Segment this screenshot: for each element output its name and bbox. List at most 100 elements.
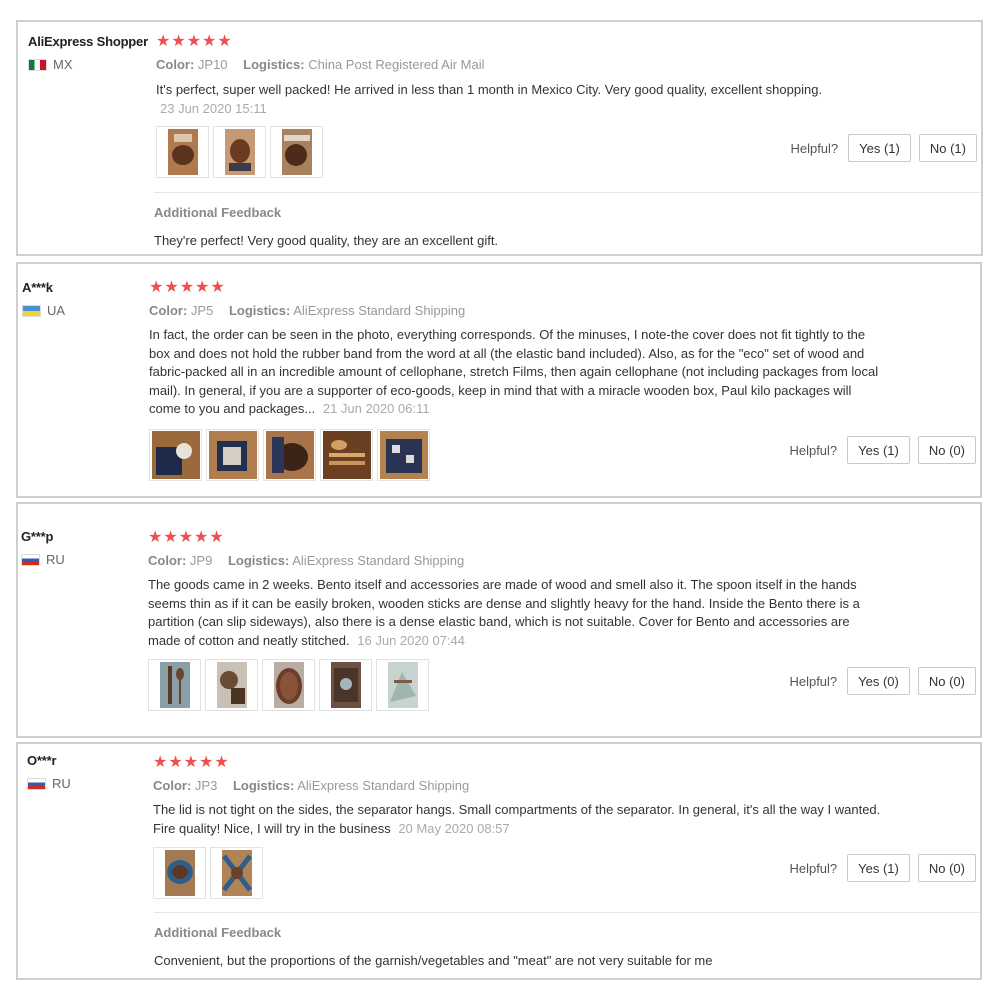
order-meta: Color: JP10 Logistics: China Post Regist… [156, 57, 981, 72]
russia-flag-icon [21, 553, 40, 566]
vote-no-button[interactable]: No (1) [918, 134, 977, 162]
star-icon: ★ [183, 754, 199, 771]
review-card: G***p RU ★ ★ ★ ★ ★ Color: JP9 Logistics: Ali… [16, 502, 982, 738]
logistics-value: China Post Registered Air Mail [308, 57, 485, 72]
review-photo[interactable] [156, 126, 209, 178]
review-date: 21 Jun 2020 06:11 [322, 401, 430, 416]
reviewer-name: O***r [27, 753, 57, 768]
additional-feedback-text: Convenient, but the proportions of the g… [154, 953, 713, 968]
vote-no-button[interactable]: No (0) [917, 667, 976, 695]
star-icon: ★ [153, 754, 168, 771]
review-photo[interactable] [213, 126, 266, 178]
mexico-flag-icon [28, 58, 47, 71]
star-icon: ★ [217, 33, 232, 50]
review-photo[interactable] [270, 126, 323, 178]
star-icon: ★ [164, 279, 179, 296]
logistics-label: Logistics: [227, 553, 290, 568]
helpful-label: Helpful? [789, 860, 838, 876]
helpful-vote: Helpful? Yes (0) No (0) [789, 667, 976, 695]
order-meta: Color: JP3 Logistics: AliExpress Standar… [153, 778, 980, 793]
order-meta: Color: JP9 Logistics: AliExpress Standar… [148, 553, 980, 568]
star-icon: ★ [178, 529, 194, 546]
star-icon: ★ [149, 279, 164, 296]
logistics-value: AliExpress Standard Shipping [293, 303, 466, 318]
reviewer-country: RU [27, 776, 152, 791]
star-icon: ★ [171, 33, 186, 50]
color-label: Color: [156, 57, 195, 72]
color-value: JP9 [189, 553, 213, 568]
review-photo[interactable] [376, 659, 429, 711]
helpful-vote: Helpful? Yes (1) No (1) [790, 134, 977, 162]
additional-feedback-title: Additional Feedback [154, 925, 282, 940]
logistics-value: AliExpress Standard Shipping [292, 553, 465, 568]
review-photo[interactable] [262, 659, 315, 711]
review-photo[interactable] [210, 847, 263, 899]
review-photo[interactable] [206, 428, 259, 481]
feedback-divider [154, 912, 980, 913]
review-body: The lid is not tight on the sides, the s… [153, 802, 881, 836]
review-photo[interactable] [205, 659, 258, 711]
review-card: A***k UA ★ ★ ★ ★ ★ Color: JP5 Logistics: Ali… [16, 262, 982, 498]
vote-yes-button[interactable]: Yes (1) [848, 134, 911, 162]
review-photo[interactable] [377, 428, 430, 481]
reviewer-country: UA [22, 303, 147, 318]
reviewer-info: O***r RU [27, 753, 152, 791]
vote-yes-button[interactable]: Yes (0) [847, 667, 910, 695]
star-rating: ★ ★ ★ ★ ★ [148, 528, 980, 548]
star-icon: ★ [156, 33, 171, 50]
review-text: The goods came in 2 weeks. Bento itself … [148, 576, 883, 650]
reviewer-country: MX [28, 57, 153, 72]
review-card: O***r RU ★ ★ ★ ★ ★ Color: JP3 Logistics: Ali… [16, 742, 982, 980]
vote-no-button[interactable]: No (0) [917, 436, 976, 464]
review-photo[interactable] [149, 428, 202, 481]
color-value: JP3 [194, 778, 218, 793]
helpful-vote: Helpful? Yes (1) No (0) [789, 436, 976, 464]
star-icon: ★ [195, 279, 210, 296]
helpful-label: Helpful? [789, 673, 838, 689]
vote-yes-button[interactable]: Yes (1) [847, 854, 910, 882]
russia-flag-icon [27, 777, 46, 790]
review-body: It's perfect, super well packed! He arri… [156, 82, 823, 97]
review-date: 20 May 2020 08:57 [398, 820, 510, 836]
star-rating: ★ ★ ★ ★ ★ [149, 278, 980, 298]
review-text: It's perfect, super well packed! He arri… [156, 81, 891, 118]
review-photo[interactable] [320, 428, 373, 481]
country-code: RU [52, 776, 71, 791]
color-label: Color: [149, 303, 188, 318]
reviewer-info: A***k UA [22, 280, 147, 318]
review-text: The lid is not tight on the sides, the s… [153, 801, 888, 838]
reviewer-country: RU [21, 552, 146, 567]
star-icon: ★ [186, 33, 202, 50]
review-date: 23 Jun 2020 15:11 [160, 100, 267, 116]
review-photo[interactable] [263, 428, 316, 481]
star-icon: ★ [214, 754, 229, 771]
review-card: AliExpress Shopper MX ★ ★ ★ ★ ★ Color: JP10 … [16, 20, 983, 256]
logistics-label: Logistics: [232, 778, 295, 793]
star-icon: ★ [148, 529, 163, 546]
helpful-label: Helpful? [789, 442, 838, 458]
color-label: Color: [153, 778, 192, 793]
reviewer-name: AliExpress Shopper [28, 34, 148, 49]
additional-feedback-title: Additional Feedback [154, 205, 282, 220]
star-icon: ★ [210, 279, 225, 296]
reviewer-info: G***p RU [21, 529, 146, 567]
color-label: Color: [148, 553, 187, 568]
country-code: MX [53, 57, 73, 72]
star-icon: ★ [202, 33, 217, 50]
review-photo[interactable] [148, 659, 201, 711]
country-code: UA [47, 303, 66, 318]
helpful-label: Helpful? [790, 140, 839, 156]
feedback-divider [154, 192, 981, 193]
star-rating: ★ ★ ★ ★ ★ [156, 32, 981, 52]
review-body: The goods came in 2 weeks. Bento itself … [148, 577, 860, 648]
review-photo[interactable] [319, 659, 372, 711]
logistics-label: Logistics: [243, 57, 305, 72]
ukraine-flag-icon [22, 304, 41, 317]
vote-no-button[interactable]: No (0) [917, 854, 976, 882]
star-icon: ★ [199, 754, 214, 771]
logistics-label: Logistics: [228, 303, 291, 318]
order-meta: Color: JP5 Logistics: AliExpress Standar… [149, 303, 980, 318]
star-icon: ★ [194, 529, 209, 546]
vote-yes-button[interactable]: Yes (1) [847, 436, 910, 464]
review-photo[interactable] [153, 847, 206, 899]
